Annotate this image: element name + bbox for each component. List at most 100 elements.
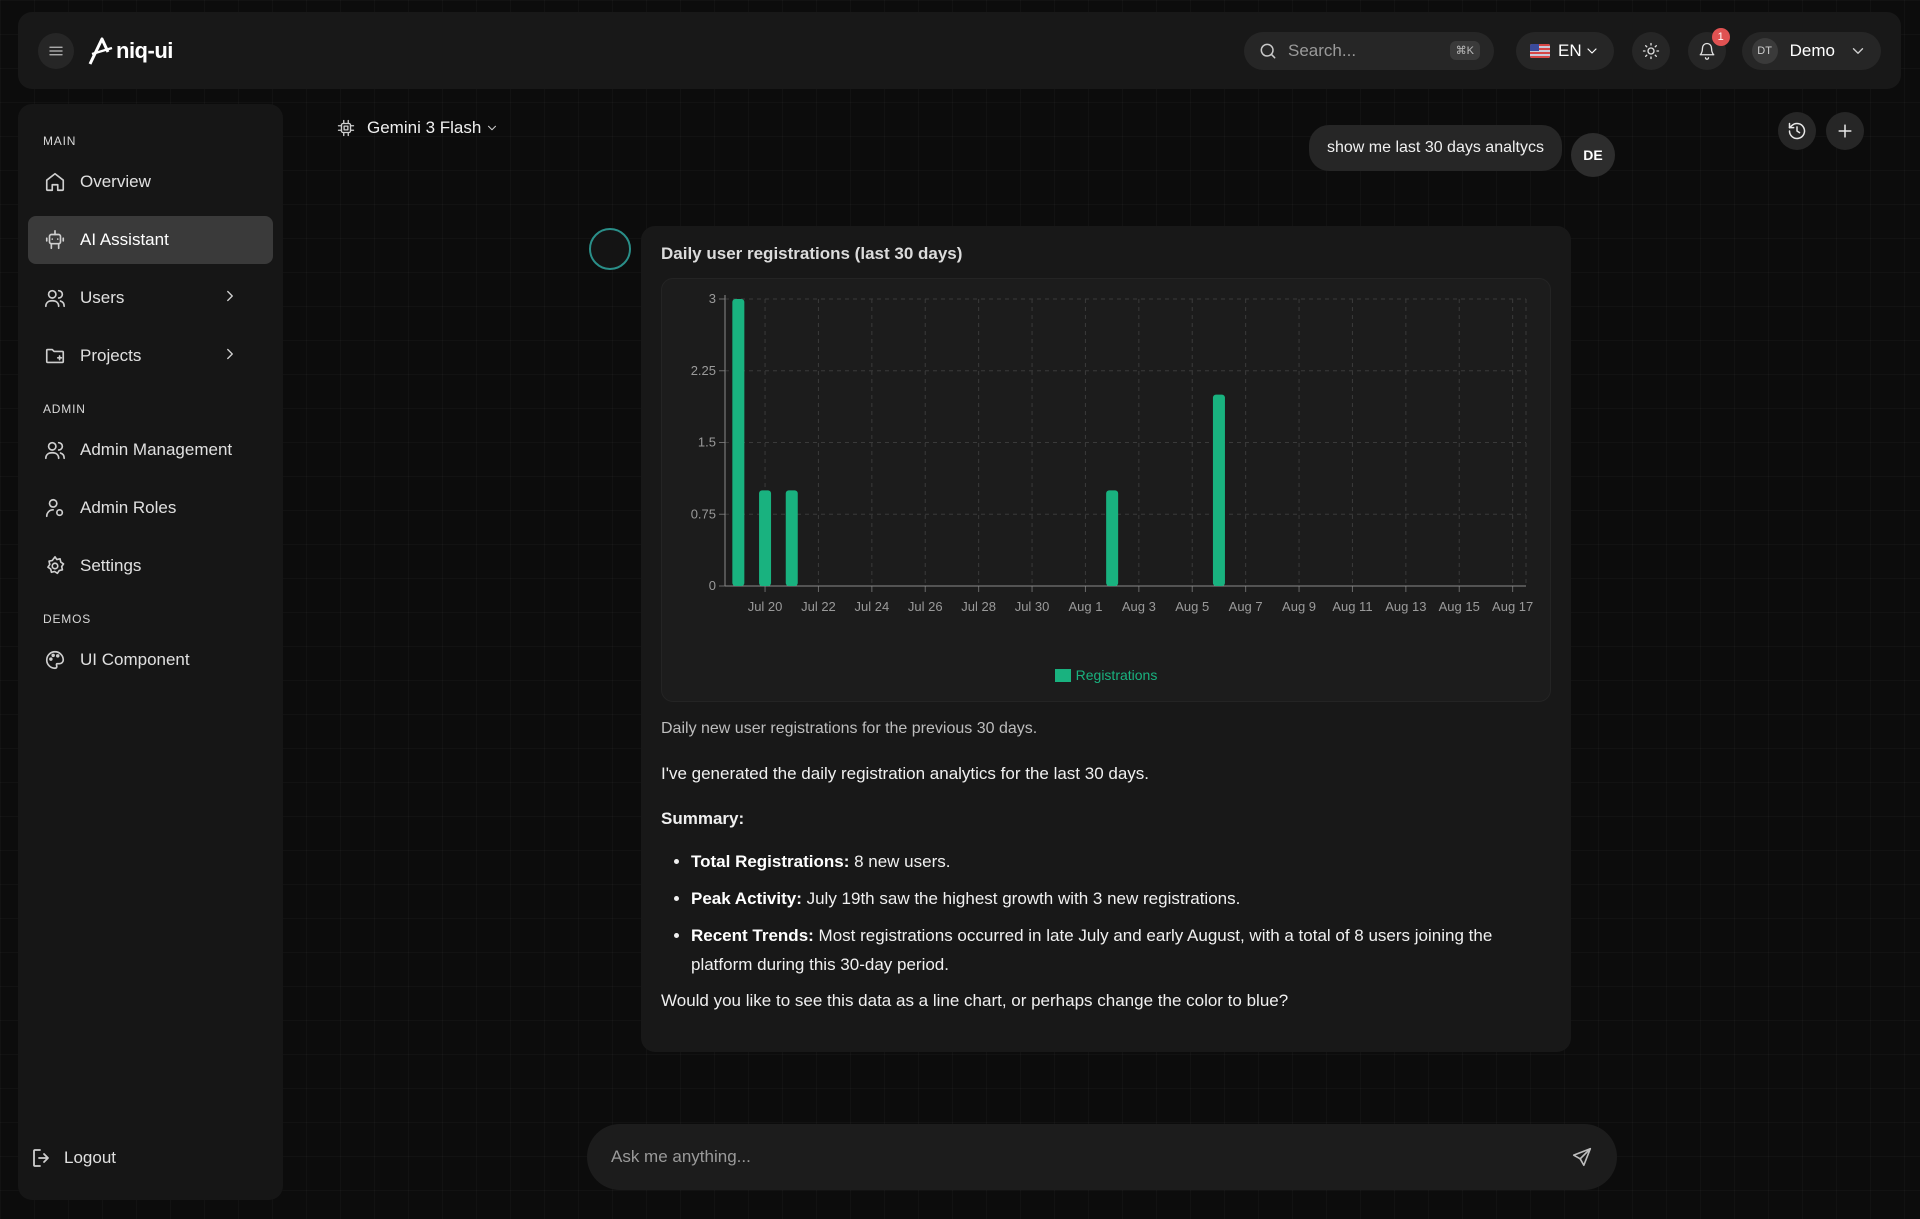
sidebar-item-label: Settings bbox=[80, 556, 142, 575]
x-tick-label: Aug 17 bbox=[1492, 599, 1533, 614]
menu-button[interactable] bbox=[38, 32, 74, 69]
send-icon[interactable] bbox=[1571, 1146, 1593, 1168]
user-name: Demo bbox=[1789, 40, 1835, 60]
logout-button[interactable]: Logout bbox=[30, 1146, 116, 1170]
list-item: Total Registrations: 8 new users. bbox=[691, 848, 1551, 876]
sidebar-item-overview[interactable]: Overview bbox=[28, 158, 273, 206]
language-select[interactable]: EN bbox=[1516, 31, 1614, 70]
sidebar-item-admin-roles[interactable]: Admin Roles bbox=[28, 484, 273, 532]
notifications-button[interactable]: 1 bbox=[1687, 27, 1730, 70]
bar-aug-6 bbox=[1212, 394, 1225, 586]
plus-icon bbox=[1835, 121, 1855, 141]
sidebar-item-label: AI Assistant bbox=[80, 230, 169, 249]
chevron-right-icon bbox=[221, 345, 243, 367]
sidebar-item-ai-assistant[interactable]: AI Assistant bbox=[28, 216, 273, 264]
y-tick-label: 0 bbox=[709, 578, 716, 593]
palette-icon bbox=[44, 649, 66, 671]
chart-title: Daily user registrations (last 30 days) bbox=[661, 244, 963, 263]
assistant-avatar bbox=[589, 228, 631, 270]
bar-jul-19 bbox=[732, 299, 745, 586]
chevron-down-icon bbox=[485, 121, 499, 135]
chat-composer bbox=[587, 1124, 1617, 1190]
x-tick-label: Aug 1 bbox=[1068, 599, 1102, 614]
brand-mark-icon bbox=[88, 37, 113, 65]
avatar: DT bbox=[1751, 37, 1778, 64]
x-tick-label: Aug 7 bbox=[1229, 599, 1263, 614]
chevron-down-icon bbox=[1849, 42, 1867, 60]
user-gear-icon bbox=[44, 497, 66, 519]
history-icon bbox=[1787, 121, 1807, 141]
sidebar-item-users[interactable]: Users bbox=[28, 274, 273, 322]
bar-aug-2 bbox=[1106, 490, 1119, 586]
gear-icon bbox=[44, 555, 66, 577]
brand-logo[interactable]: niq-ui bbox=[88, 36, 173, 66]
list-item: Recent Trends: Most registrations occurr… bbox=[691, 922, 1551, 978]
chart-description: Daily new user registrations for the pre… bbox=[661, 720, 1038, 737]
section-title: MAIN bbox=[43, 134, 77, 148]
sidebar: MAIN Overview AI Assistant Users Project… bbox=[18, 104, 283, 1200]
y-tick-label: 0.75 bbox=[691, 506, 716, 521]
history-button[interactable] bbox=[1778, 112, 1816, 150]
users-icon bbox=[44, 439, 66, 461]
chip-icon bbox=[337, 119, 355, 137]
chat-actions bbox=[1778, 112, 1864, 150]
home-icon bbox=[44, 171, 66, 193]
section-title: ADMIN bbox=[43, 402, 86, 416]
user-message: show me last 30 days analtycs bbox=[1309, 125, 1562, 171]
y-tick-label: 3 bbox=[709, 291, 716, 306]
x-tick-label: Aug 15 bbox=[1439, 599, 1480, 614]
bullet-label: Total Registrations: bbox=[691, 852, 850, 872]
search-placeholder: Search... bbox=[1288, 40, 1357, 60]
logout-label: Logout bbox=[64, 1148, 116, 1167]
y-tick-label: 1.5 bbox=[698, 435, 716, 450]
user-menu[interactable]: DT Demo bbox=[1741, 31, 1881, 70]
notification-badge: 1 bbox=[1711, 27, 1730, 46]
users-icon bbox=[44, 287, 66, 309]
language-label: EN bbox=[1558, 40, 1582, 60]
menu-icon bbox=[47, 42, 65, 60]
x-tick-label: Aug 9 bbox=[1282, 599, 1316, 614]
y-tick-label: 2.25 bbox=[691, 363, 716, 378]
chevron-down-icon bbox=[1584, 43, 1600, 59]
sidebar-item-label: Admin Management bbox=[80, 440, 233, 459]
model-selector[interactable]: Gemini 3 Flash bbox=[337, 118, 511, 138]
sidebar-item-label: Admin Roles bbox=[80, 498, 177, 517]
sun-icon bbox=[1642, 42, 1660, 60]
sidebar-item-ui-component[interactable]: UI Component bbox=[28, 636, 273, 684]
x-tick-label: Jul 24 bbox=[854, 599, 889, 614]
bullet-label: Peak Activity: bbox=[691, 889, 802, 909]
sidebar-item-admin-management[interactable]: Admin Management bbox=[28, 426, 273, 474]
folder-icon bbox=[44, 345, 66, 367]
section-title: DEMOS bbox=[43, 612, 92, 626]
x-tick-label: Jul 28 bbox=[961, 599, 996, 614]
theme-toggle-button[interactable] bbox=[1631, 31, 1670, 70]
chevron-right-icon bbox=[221, 287, 243, 309]
chart-container: 0 0.75 1.5 2.25 3 Jul 20 Jul 22 Jul 24 Jul 26 Jul… bbox=[661, 278, 1551, 702]
new-chat-button[interactable] bbox=[1826, 112, 1864, 150]
list-item: Peak Activity: July 19th saw the highest… bbox=[691, 885, 1551, 913]
us-flag-icon bbox=[1530, 43, 1551, 58]
search-shortcut: ⌘K bbox=[1449, 41, 1481, 60]
bullet-text: July 19th saw the highest growth with 3 … bbox=[801, 889, 1241, 909]
response-closing: Would you like to see this data as a lin… bbox=[661, 990, 1289, 1010]
top-header: niq-ui Search... ⌘K EN 1 DT Demo bbox=[18, 12, 1901, 89]
x-tick-label: Aug 13 bbox=[1385, 599, 1426, 614]
sidebar-item-projects[interactable]: Projects bbox=[28, 332, 273, 380]
assistant-message: Daily user registrations (last 30 days) … bbox=[641, 226, 1571, 1052]
sidebar-item-label: Projects bbox=[80, 346, 142, 365]
chat-input[interactable] bbox=[611, 1147, 1571, 1167]
brand-name: niq-ui bbox=[116, 37, 173, 63]
bar-jul-21 bbox=[785, 490, 798, 586]
model-name: Gemini 3 Flash bbox=[367, 118, 482, 137]
x-tick-label: Jul 26 bbox=[908, 599, 943, 614]
bar-jul-20 bbox=[759, 490, 772, 586]
nav-section-main: MAIN Overview AI Assistant Users Project… bbox=[28, 134, 273, 380]
x-tick-label: Jul 30 bbox=[1015, 599, 1050, 614]
chart-legend[interactable]: Registrations bbox=[662, 667, 1550, 683]
search-input[interactable]: Search... ⌘K bbox=[1244, 31, 1495, 70]
nav-section-admin: ADMIN Admin Management Admin Roles Setti… bbox=[28, 402, 273, 590]
x-tick-label: Aug 5 bbox=[1175, 599, 1209, 614]
sidebar-item-label: Overview bbox=[80, 172, 151, 191]
sidebar-item-settings[interactable]: Settings bbox=[28, 542, 273, 590]
response-intro: I've generated the daily registration an… bbox=[661, 764, 1150, 783]
